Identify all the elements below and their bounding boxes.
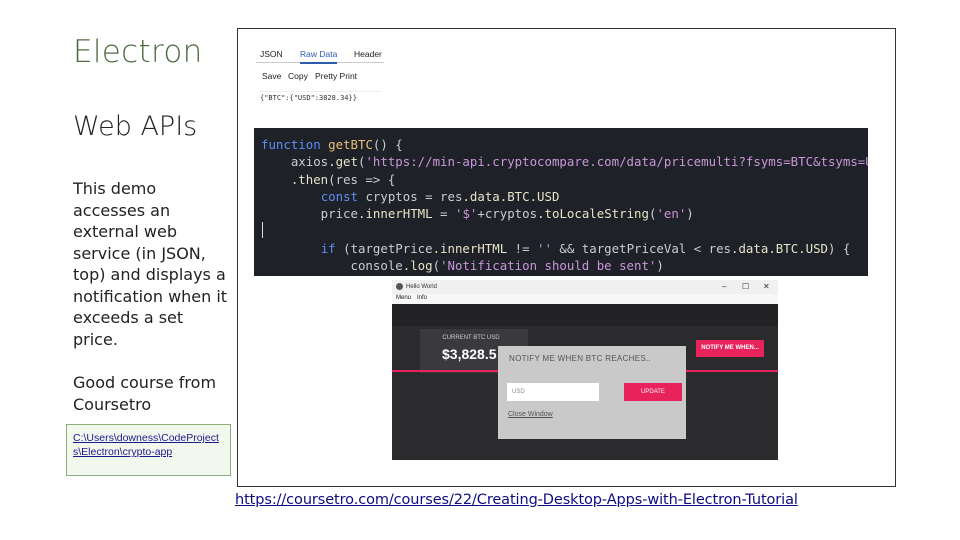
- app-logo-icon: [396, 283, 403, 290]
- code-line: .then(res => {: [290, 171, 396, 187]
- price-label: CURRENT BTC USD: [442, 335, 500, 341]
- json-viewer: JSON Raw Data Header Save Copy Pretty Pr…: [256, 42, 384, 112]
- course-url-link[interactable]: https://coursetro.com/courses/22/Creatin…: [235, 492, 798, 508]
- minimize-icon[interactable]: –: [722, 282, 726, 291]
- json-raw-data: {"BTC":{"USD":3828.34}}: [260, 91, 380, 102]
- usd-input[interactable]: USD: [507, 383, 599, 401]
- code-line: price.innerHTML = '$'+cryptos.toLocaleSt…: [261, 206, 694, 222]
- modal-title: NOTIFY ME WHEN BTC REACHES..: [509, 354, 652, 363]
- slide-subtitle: Web APIs: [73, 111, 198, 142]
- file-path-link[interactable]: C:\Users\downess\CodeProjects\Electron\c…: [66, 424, 231, 476]
- code-line: axios.get('https://min-api.cryptocompare…: [261, 154, 868, 170]
- tab-raw-data[interactable]: Raw Data: [300, 49, 338, 64]
- pretty-print-button[interactable]: Pretty Print: [315, 71, 357, 81]
- menu-item-menu[interactable]: Menu: [396, 295, 411, 301]
- update-button[interactable]: UPDATE: [624, 383, 682, 401]
- app-header-strip: [392, 304, 778, 326]
- course-note: Good course from Coursetro: [73, 373, 217, 414]
- notify-modal: NOTIFY ME WHEN BTC REACHES.. USD UPDATE …: [498, 346, 686, 439]
- price-value: $3,828.5: [442, 346, 497, 362]
- slide-description: This demo accesses an external web servi…: [73, 179, 228, 349]
- code-line: console.log('Notification should be sent…: [261, 258, 664, 274]
- save-button[interactable]: Save: [262, 71, 281, 81]
- close-icon[interactable]: ✕: [763, 282, 770, 291]
- app-menubar: Menu Info: [392, 294, 778, 304]
- menu-item-info[interactable]: Info: [417, 295, 427, 301]
- copy-button[interactable]: Copy: [288, 71, 308, 81]
- notify-button[interactable]: NOTIFY ME WHEN...: [696, 340, 764, 357]
- code-line: if (targetPrice.innerHTML != '' && targe…: [320, 240, 851, 256]
- tab-json[interactable]: JSON: [260, 49, 283, 59]
- code-block: function getBTC() { axios.get('https://m…: [254, 128, 868, 276]
- close-window-link[interactable]: Close Window: [508, 411, 553, 418]
- text-cursor: [262, 222, 263, 238]
- app-window: Hello World – ☐ ✕ Menu Info CURRENT BTC …: [392, 280, 778, 460]
- code-line: const cryptos = res.data.BTC.USD: [320, 188, 560, 204]
- tab-header[interactable]: Header: [354, 49, 382, 59]
- json-viewer-tabs: JSON Raw Data Header: [256, 42, 384, 64]
- app-title: Hello World: [406, 284, 437, 290]
- code-line: function getBTC() {: [261, 137, 403, 152]
- maximize-icon[interactable]: ☐: [742, 282, 749, 291]
- app-titlebar: Hello World – ☐ ✕: [392, 280, 778, 294]
- slide-title: Electron: [73, 34, 203, 70]
